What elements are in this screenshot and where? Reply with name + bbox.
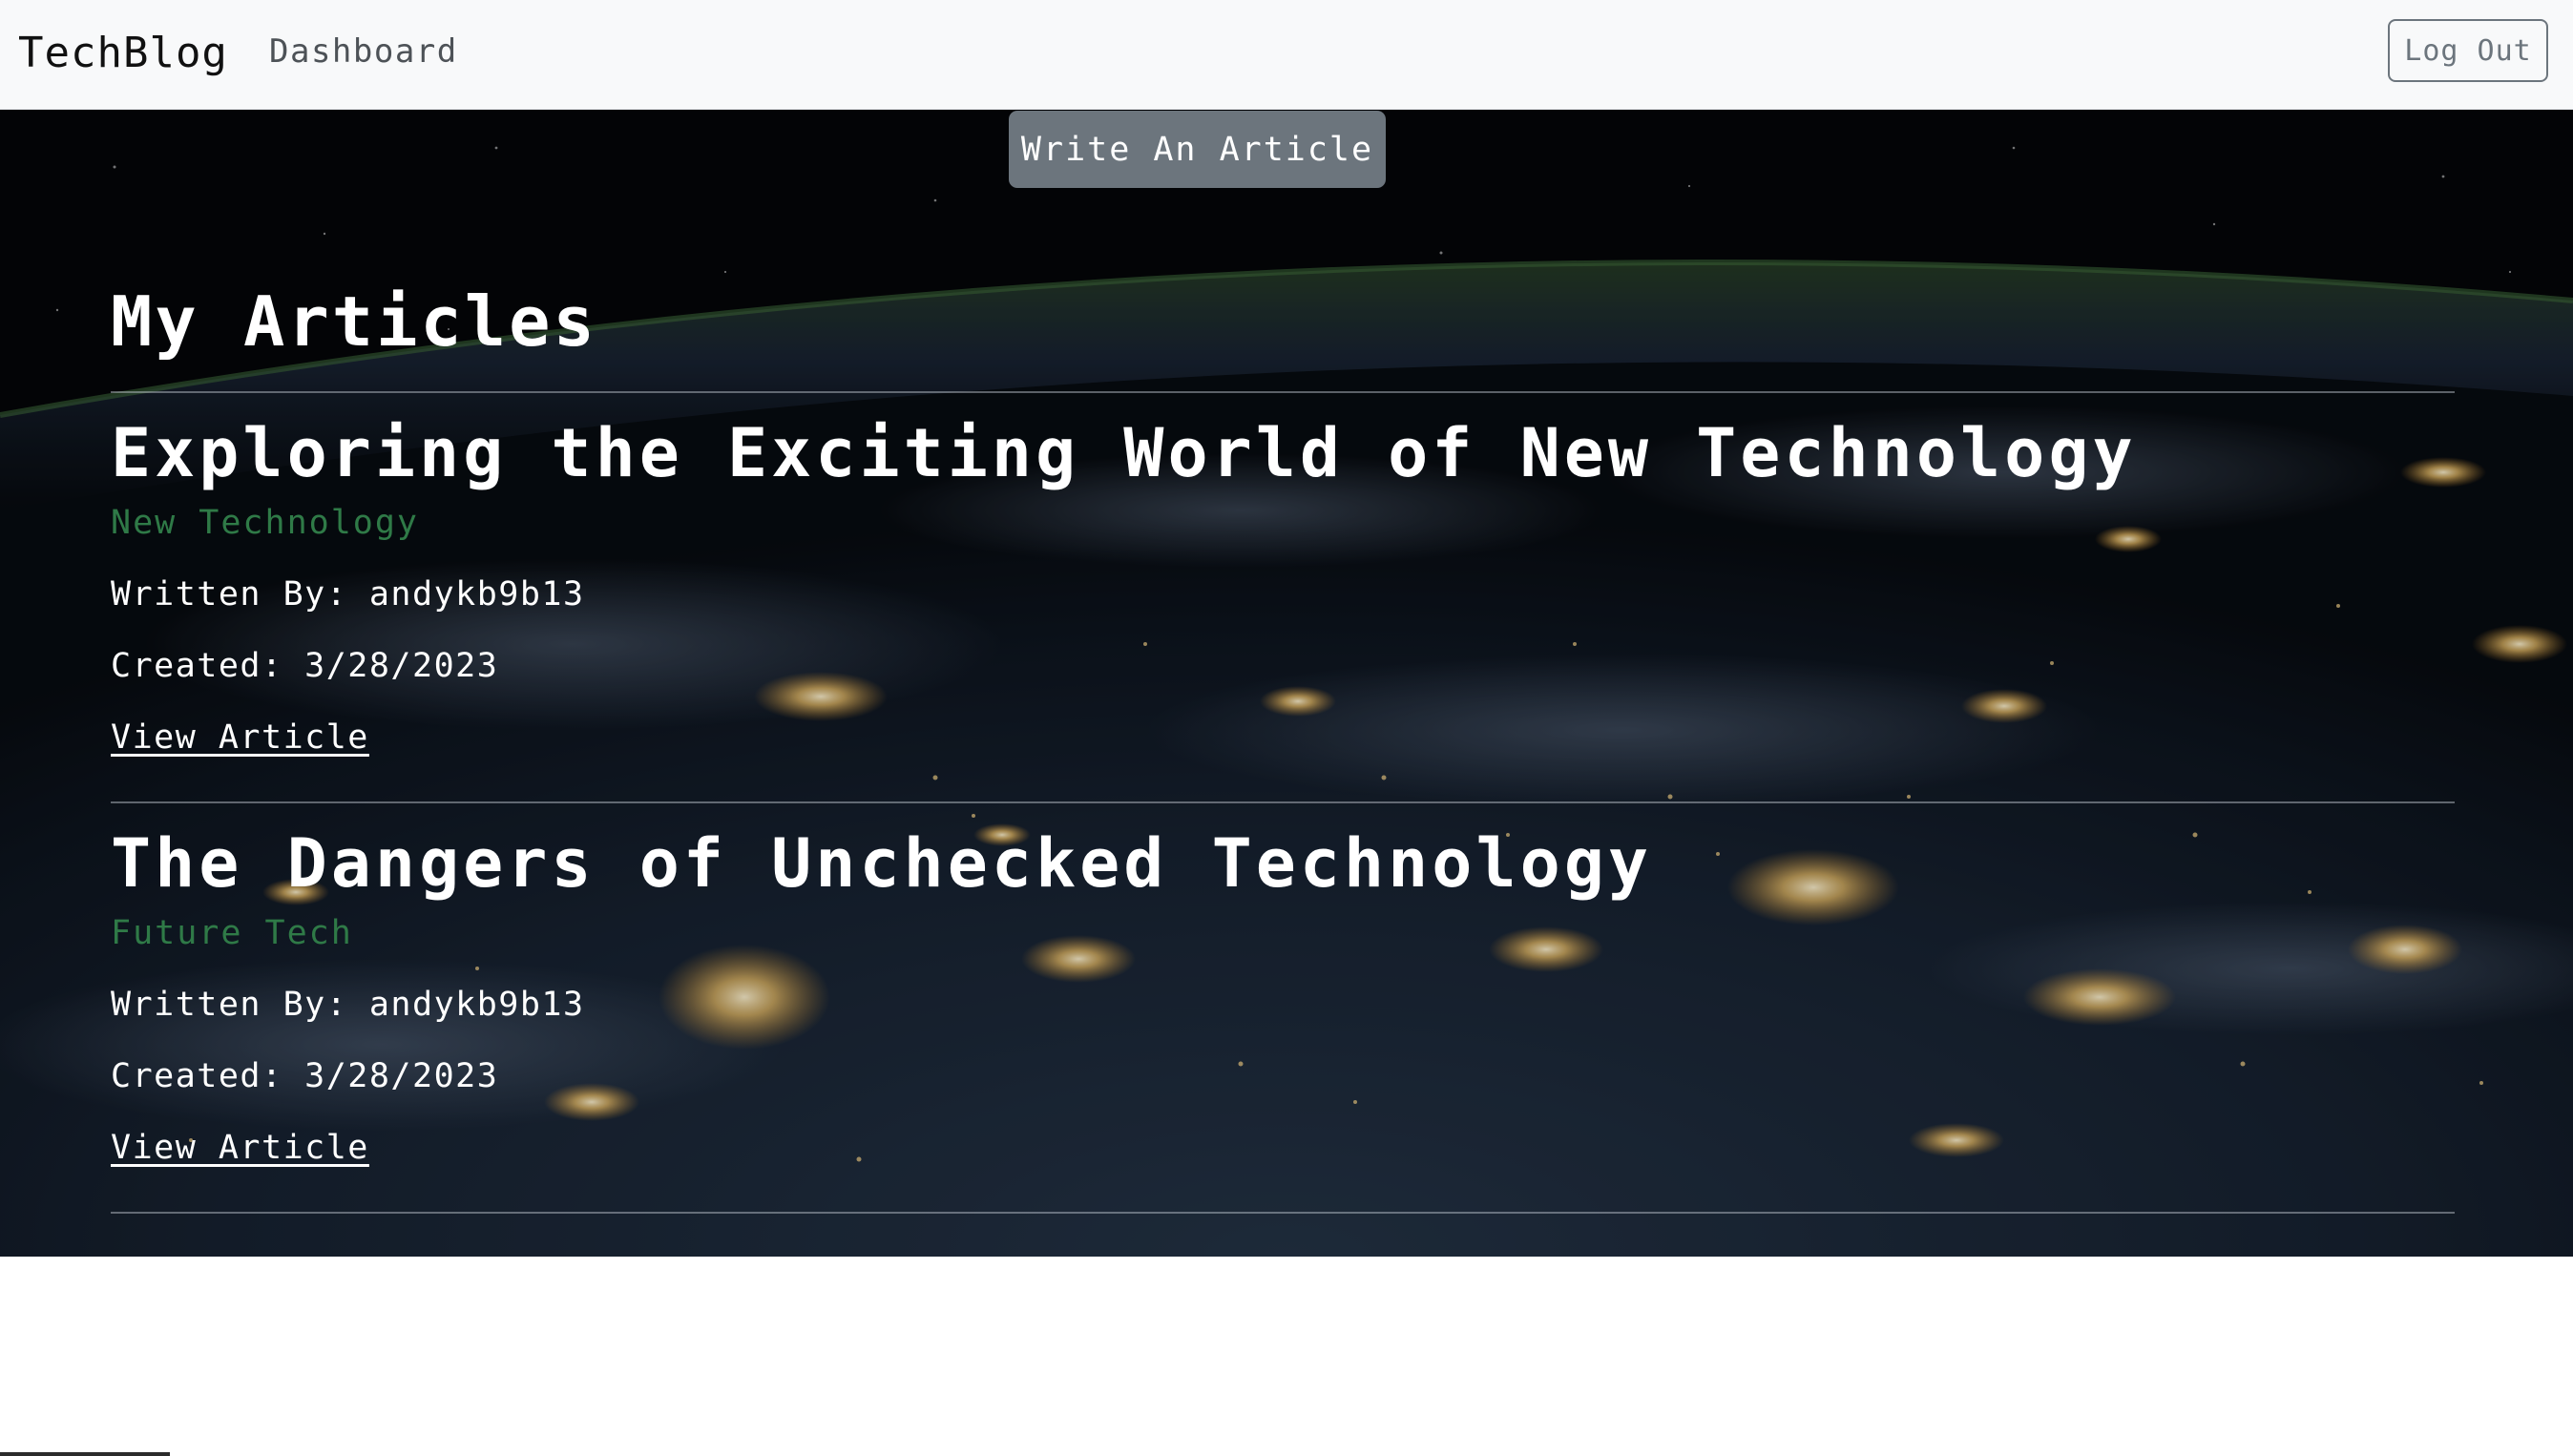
brand-link[interactable]: TechBlog <box>18 25 228 82</box>
page-title: My Articles <box>111 281 597 362</box>
article-author: Written By: andykb9b13 <box>111 575 585 614</box>
view-article-link[interactable]: View Article <box>111 715 369 760</box>
view-article-link[interactable]: View Article <box>111 1125 369 1171</box>
logout-button[interactable]: Log Out <box>2388 19 2548 82</box>
divider <box>111 1212 2455 1214</box>
article-card: Exploring the Exciting World of New Tech… <box>111 393 2455 803</box>
corner-bar <box>0 1452 170 1456</box>
dashboard-link[interactable]: Dashboard <box>269 27 458 76</box>
article-created-date: Created: 3/28/2023 <box>111 647 499 685</box>
write-article-button[interactable]: Write An Article <box>1009 111 1386 188</box>
article-category: New Technology <box>111 504 420 542</box>
articles-hero-section: Write An Article My Articles Exploring t… <box>0 110 2573 1257</box>
article-card: The Dangers of Unchecked Technology Futu… <box>111 803 2455 1214</box>
article-title: The Dangers of Unchecked Technology <box>111 824 1653 903</box>
article-created-date: Created: 3/28/2023 <box>111 1057 499 1095</box>
article-title: Exploring the Exciting World of New Tech… <box>111 414 2137 492</box>
article-category: Future Tech <box>111 914 353 952</box>
top-navbar: TechBlog Dashboard Log Out <box>0 0 2573 110</box>
article-author: Written By: andykb9b13 <box>111 986 585 1024</box>
